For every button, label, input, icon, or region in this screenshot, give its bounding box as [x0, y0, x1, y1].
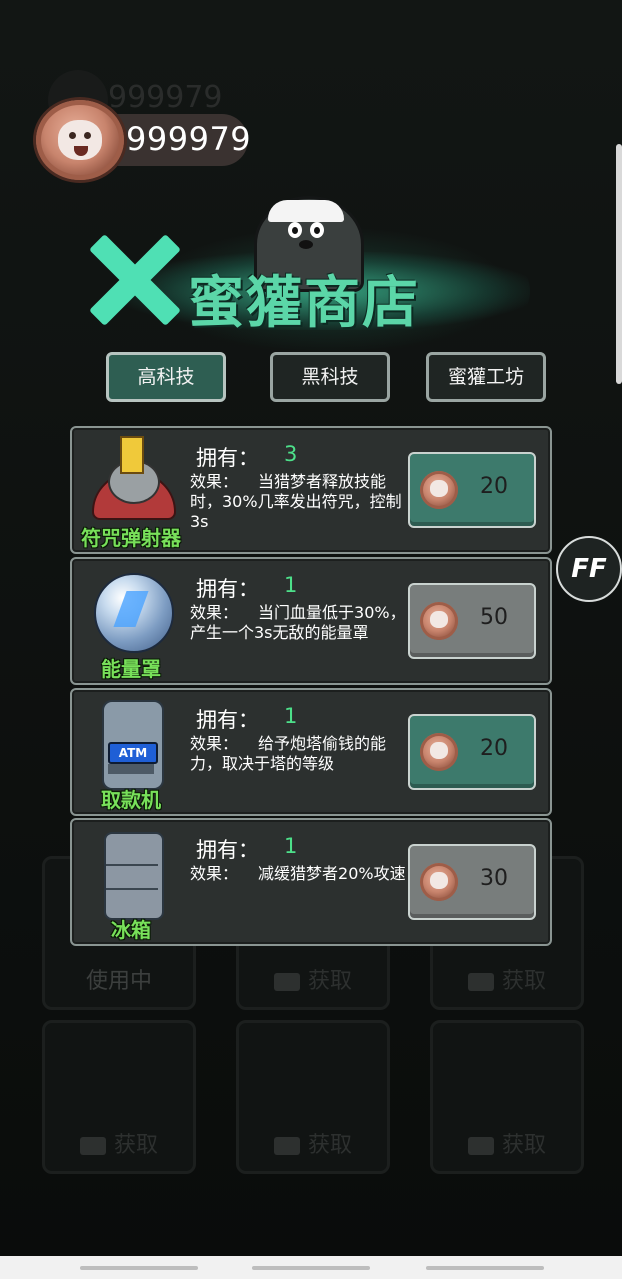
coin-icon [420, 602, 458, 640]
background-card-label: 获取 [501, 1133, 546, 1158]
price: 30 [480, 866, 508, 891]
effect-label: 效果： [190, 472, 239, 491]
owned-label: 拥有： [196, 838, 259, 862]
tab-high-tech[interactable]: 高科技 [106, 352, 226, 402]
effect-text: 减缓猎梦者20%攻速 [258, 864, 406, 883]
owned-count: 1 [284, 704, 298, 728]
tab-black-tech[interactable]: 黑科技 [270, 352, 390, 402]
effect-label: 效果： [190, 603, 239, 622]
owned-count: 3 [284, 442, 298, 466]
fridge-icon [90, 830, 174, 920]
item-effect: 效果： 给予炮塔偷钱的能力，取决于塔的等级 [190, 734, 406, 774]
buy-button[interactable]: 20 [408, 452, 536, 528]
side-panel-handle[interactable] [616, 144, 622, 384]
video-icon [467, 973, 494, 991]
atm-screen-text: ATM [108, 742, 158, 764]
background-card-label: 获取 [501, 969, 546, 994]
fast-forward-button[interactable]: FF [556, 536, 622, 602]
tab-workshop[interactable]: 蜜獾工坊 [426, 352, 546, 402]
atm-icon: ATM [90, 700, 174, 790]
talisman-launcher-icon [90, 436, 176, 522]
navigation-bar [0, 1256, 622, 1279]
shop-item: 能量罩 拥有： 1 效果： 当门血量低于30%，产生一个3s无敌的能量罩 50 [70, 557, 552, 685]
item-name: 能量罩 [101, 657, 161, 681]
owned-label: 拥有： [196, 446, 259, 470]
item-name: 取款机 [101, 788, 161, 812]
shop-item: ATM 取款机 拥有： 1 效果： 给予炮塔偷钱的能力，取决于塔的等级 20 [70, 688, 552, 816]
item-effect: 效果： 当门血量低于30%，产生一个3s无敌的能量罩 [190, 603, 406, 643]
nav-home-handle[interactable] [252, 1266, 370, 1270]
owned-count: 1 [284, 834, 298, 858]
coin-count: 999979 [126, 120, 252, 158]
background-card-label: 使用中 [85, 969, 152, 994]
background-card-label: 获取 [307, 969, 352, 994]
coin-icon [420, 863, 458, 901]
buy-button[interactable]: 50 [408, 583, 536, 659]
item-name: 符咒弹射器 [81, 526, 181, 550]
effect-label: 效果： [190, 864, 239, 883]
background-card-label: 获取 [307, 1133, 352, 1158]
item-effect: 效果： 减缓猎梦者20%攻速 [190, 864, 406, 884]
item-effect: 效果： 当猎梦者释放技能时，30%几率发出符咒，控制3s [190, 472, 406, 532]
shop-item: 符咒弹射器 拥有： 3 效果： 当猎梦者释放技能时，30%几率发出符咒，控制3s … [70, 426, 552, 554]
coin-icon [420, 471, 458, 509]
nav-back-handle[interactable] [80, 1266, 198, 1270]
background-card: 获取 [236, 1020, 390, 1174]
video-icon [273, 1137, 300, 1155]
background-card: 获取 [430, 1020, 584, 1174]
shop-item: 冰箱 拥有： 1 效果： 减缓猎梦者20%攻速 30 [70, 818, 552, 946]
item-name: 冰箱 [111, 918, 151, 942]
honey-badger-coin-icon [36, 100, 124, 180]
price: 20 [480, 736, 508, 761]
buy-button[interactable]: 20 [408, 714, 536, 790]
video-icon [79, 1137, 106, 1155]
nav-recent-handle[interactable] [426, 1266, 544, 1270]
background-card-label: 获取 [113, 1133, 158, 1158]
owned-count: 1 [284, 573, 298, 597]
energy-shield-icon [90, 569, 174, 653]
price: 50 [480, 605, 508, 630]
effect-label: 效果： [190, 734, 239, 753]
coin-icon [420, 733, 458, 771]
shop-title: 蜜獾商店 [188, 271, 420, 336]
video-icon [467, 1137, 494, 1155]
owned-label: 拥有： [196, 577, 259, 601]
owned-label: 拥有： [196, 708, 259, 732]
buy-button[interactable]: 30 [408, 844, 536, 920]
coin-ghost-count: 999979 [108, 80, 223, 115]
background-card: 获取 [42, 1020, 196, 1174]
close-icon[interactable] [86, 232, 182, 328]
video-icon [273, 973, 300, 991]
price: 20 [480, 474, 508, 499]
